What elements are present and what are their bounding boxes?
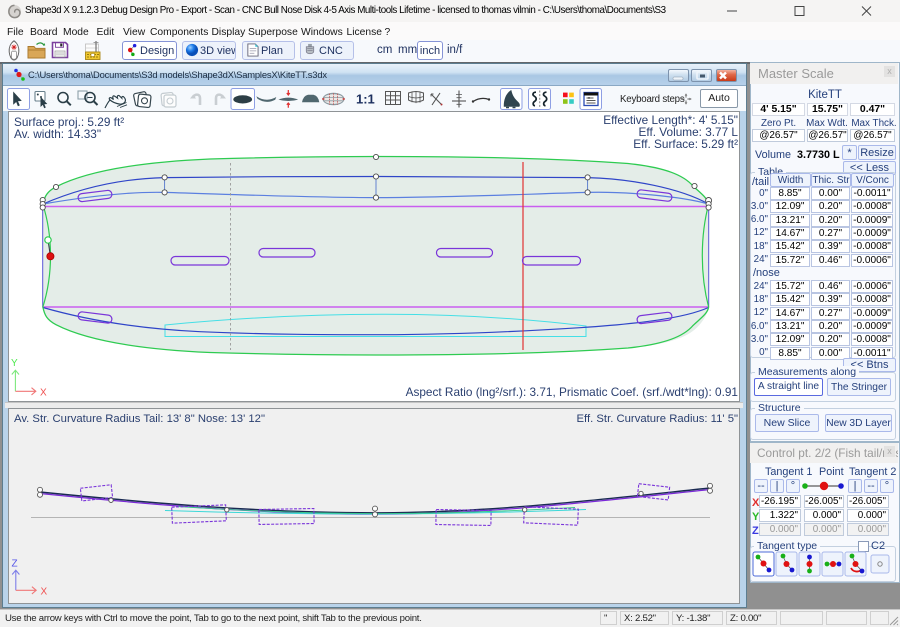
svg-text:Eff. Str. Curvature Radius: 11: Eff. Str. Curvature Radius: 11' 5"	[577, 413, 738, 425]
svg-text:Av. Str. Curvature Radius Tail: Av. Str. Curvature Radius Tail: 13' 8" N…	[14, 413, 265, 425]
svg-text:Eff. Surface: 5.29 ft²: Eff. Surface: 5.29 ft²	[633, 137, 738, 151]
svg-text:1:1: 1:1	[356, 92, 375, 107]
svg-text:X: X	[41, 587, 48, 598]
svg-text:Y: Y	[11, 358, 18, 369]
svg-text:Aspect Ratio (lng²/srf.): 3.7: Aspect Ratio (lng²/srf.): 3.71, Prismati…	[406, 385, 738, 399]
svg-text:Av. width: 14.33": Av. width: 14.33"	[14, 127, 101, 141]
svg-text:Z: Z	[12, 559, 18, 570]
svg-text:X: X	[40, 388, 47, 399]
